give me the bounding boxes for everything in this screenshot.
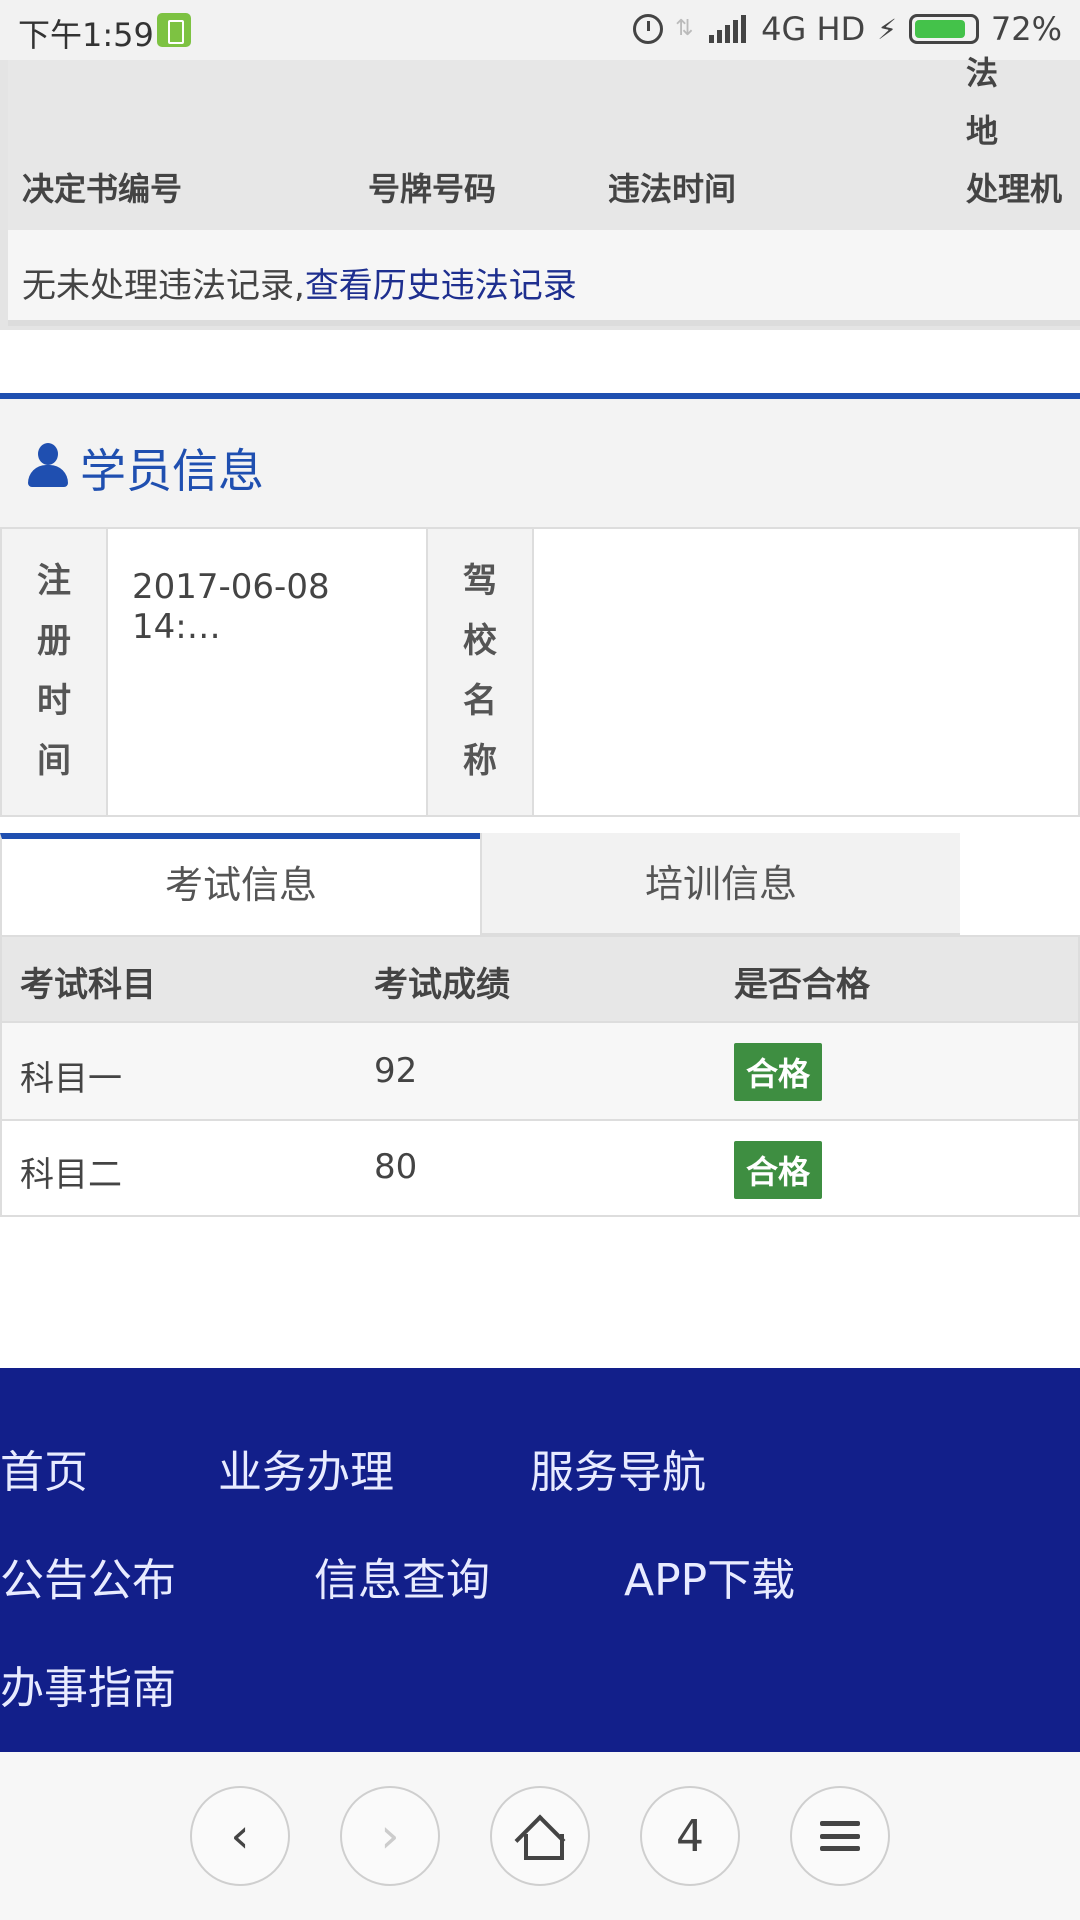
col-pass: 是否合格 [734,965,870,1005]
site-footer: 首页 业务办理 服务导航 公告公布 信息查询 APP下载 办事指南 [0,1368,1080,1752]
status-bar: 下午1:59 ⇅ 4G HD ⚡ 72% [0,0,1080,60]
exam-table: 考试科目 考试成绩 是否合格 科目一 92 合格 科目二 80 合格 [0,935,1080,1217]
user-icon [28,443,68,487]
violation-empty-message: 无未处理违法记录,查看历史违法记录 [22,258,577,307]
header-violation-time: 违法时间 [608,170,737,208]
signal-icon [709,15,749,43]
student-info-title: 学员信息 [80,444,264,498]
pass-badge: 合格 [734,1141,823,1199]
header-fragment-2: 地 [966,112,999,150]
forward-icon: › [380,1808,400,1864]
school-label: 驾校名称 [428,529,534,815]
col-subject: 考试科目 [20,965,156,1005]
footer-link-announcements[interactable]: 公告公布 [0,1544,176,1608]
charging-bolt-icon: ⚡ [877,12,897,46]
header-decision-number: 决定书编号 [22,170,183,208]
table-row: 科目一 92 合格 [2,1021,1078,1119]
tab-training-info[interactable]: 培训信息 [480,833,960,935]
exam-table-header: 考试科目 考试成绩 是否合格 [2,937,1078,1021]
forward-button[interactable]: › [340,1786,440,1886]
home-button[interactable] [490,1786,590,1886]
student-info-grid: 注册时间 2017-06-08 14:… 驾校名称 [0,527,1080,817]
status-time: 下午1:59 [18,16,154,54]
row-subject: 科目二 [20,1155,122,1195]
school-label-text: 驾校名称 [463,561,497,781]
empty-text: 无未处理违法记录, [22,266,305,306]
row-score: 80 [374,1147,418,1187]
back-icon: ‹ [230,1808,250,1864]
reg-time-label: 注册时间 [2,529,108,815]
reg-time-label-text: 注册时间 [37,561,71,781]
footer-link-home[interactable]: 首页 [0,1436,88,1500]
status-right: ⇅ 4G HD ⚡ 72% [633,10,1062,48]
table-row: 科目二 80 合格 [2,1119,1078,1215]
tabs-button[interactable]: 4 [640,1786,740,1886]
browser-toolbar: ‹ › 4 [0,1752,1080,1920]
violation-empty-row: 无未处理违法记录,查看历史违法记录 [8,230,1080,326]
data-transfer-icon: ⇅ [675,16,694,41]
footer-link-service-nav[interactable]: 服务导航 [530,1436,706,1500]
header-fragment-1: 法 [966,54,999,92]
footer-link-app-download[interactable]: APP下载 [624,1544,795,1608]
history-violation-link[interactable]: 查看历史违法记录 [305,266,577,306]
tab-count: 4 [676,1810,704,1862]
battery-percent: 72% [990,10,1062,48]
header-plate-number: 号牌号码 [368,170,497,208]
footer-link-guide[interactable]: 办事指南 [0,1652,176,1716]
col-score: 考试成绩 [374,965,510,1005]
network-label: 4G HD [761,10,866,48]
row-score: 92 [374,1051,418,1091]
home-icon [518,1816,564,1860]
footer-link-info-query[interactable]: 信息查询 [314,1544,490,1608]
info-tabs: 考试信息 培训信息 [0,833,960,935]
school-value [534,529,1078,815]
header-handling-org: 处理机 [966,170,1063,208]
footer-link-business[interactable]: 业务办理 [218,1436,394,1500]
battery-app-icon [157,13,191,47]
tab-exam-info[interactable]: 考试信息 [0,833,480,935]
reg-time-value: 2017-06-08 14:… [108,529,428,815]
violation-table-header: 决定书编号 号牌号码 违法时间 法 地 处理机 [8,54,1080,230]
alarm-icon [633,14,664,44]
back-button[interactable]: ‹ [190,1786,290,1886]
row-subject: 科目一 [20,1059,122,1099]
battery-icon [908,14,979,44]
menu-button[interactable] [790,1786,890,1886]
menu-icon [820,1821,860,1851]
student-info-header: 学员信息 [0,399,1080,527]
pass-badge: 合格 [734,1043,823,1101]
